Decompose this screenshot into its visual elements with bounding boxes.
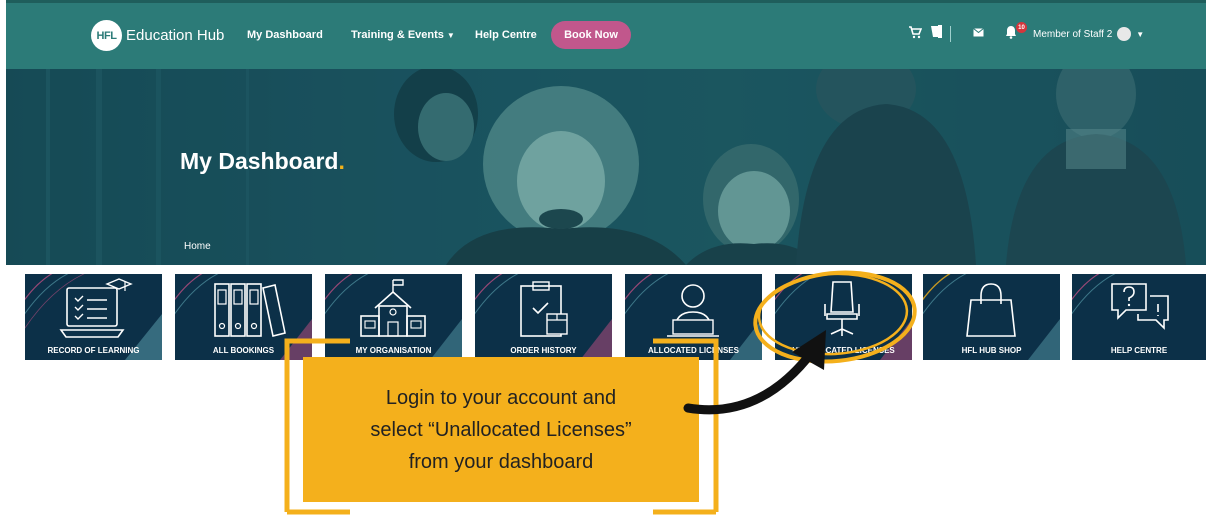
tile-label: MY ORGANISATION xyxy=(355,346,432,355)
basket-icon[interactable] xyxy=(930,24,943,39)
tile-label: ALLOCATED LICENSES xyxy=(648,346,739,355)
top-navbar: HFL Education Hub My Dashboard Training … xyxy=(6,0,1206,69)
nav-link-training-events-label: Training & Events xyxy=(351,29,444,41)
nav-link-help-centre[interactable]: Help Centre xyxy=(475,29,537,41)
avatar xyxy=(1117,27,1132,41)
nav-link-my-dashboard[interactable]: My Dashboard xyxy=(247,29,323,41)
chevron-down-icon: ▼ xyxy=(446,31,455,40)
tile-unallocated-licenses[interactable]: UNALLOCATED LICENSES xyxy=(775,274,912,360)
tile-label: ALL BOOKINGS xyxy=(212,346,275,355)
instruction-callout: Login to your account and select “Unallo… xyxy=(303,357,699,502)
notification-count-badge: 10 xyxy=(1016,22,1027,33)
dashboard-hero-banner: My Dashboard. Home xyxy=(6,69,1206,265)
page-title-dot: . xyxy=(338,148,345,174)
cart-icon[interactable] xyxy=(908,25,922,39)
user-name: Member of Staff 2 xyxy=(1033,28,1113,40)
hfl-logo-icon: HFL xyxy=(91,20,122,51)
tile-label: HELP CENTRE xyxy=(1110,346,1168,355)
chevron-down-icon: ▼ xyxy=(1136,29,1145,39)
user-menu[interactable]: Member of Staff 2 ▼ xyxy=(1033,27,1144,41)
tile-label: RECORD OF LEARNING xyxy=(47,346,140,355)
book-now-button[interactable]: Book Now xyxy=(551,21,631,49)
tile-record-of-learning[interactable]: RECORD OF LEARNING xyxy=(25,274,162,360)
brand-name: Education Hub xyxy=(126,27,225,44)
tile-allocated-licenses[interactable]: ALLOCATED LICENSES xyxy=(625,274,762,360)
nav-link-training-events[interactable]: Training & Events ▼ xyxy=(351,29,455,41)
brand-logo[interactable]: HFL Education Hub xyxy=(91,20,224,51)
tile-label: HFL HUB SHOP xyxy=(961,346,1022,355)
callout-line: Login to your account and xyxy=(385,386,617,409)
page-title: My Dashboard. xyxy=(180,148,345,175)
tile-order-history[interactable]: ORDER HISTORY xyxy=(475,274,612,360)
tile-help-centre[interactable]: HELP CENTRE xyxy=(1072,274,1206,360)
page-title-text: My Dashboard xyxy=(180,148,339,174)
tile-label: ORDER HISTORY xyxy=(510,346,577,355)
breadcrumb-home[interactable]: Home xyxy=(184,241,211,252)
tile-hfl-hub-shop[interactable]: HFL HUB SHOP xyxy=(923,274,1060,360)
tile-label: UNALLOCATED LICENSES xyxy=(792,346,895,355)
tile-my-organisation[interactable]: MY ORGANISATION xyxy=(325,274,462,360)
callout-line: from your dashboard xyxy=(408,450,594,473)
mail-icon[interactable] xyxy=(973,28,984,37)
callout-line: select “Unallocated Licenses” xyxy=(370,418,632,441)
tile-all-bookings[interactable]: ALL BOOKINGS xyxy=(175,274,312,360)
nav-divider xyxy=(950,26,951,42)
